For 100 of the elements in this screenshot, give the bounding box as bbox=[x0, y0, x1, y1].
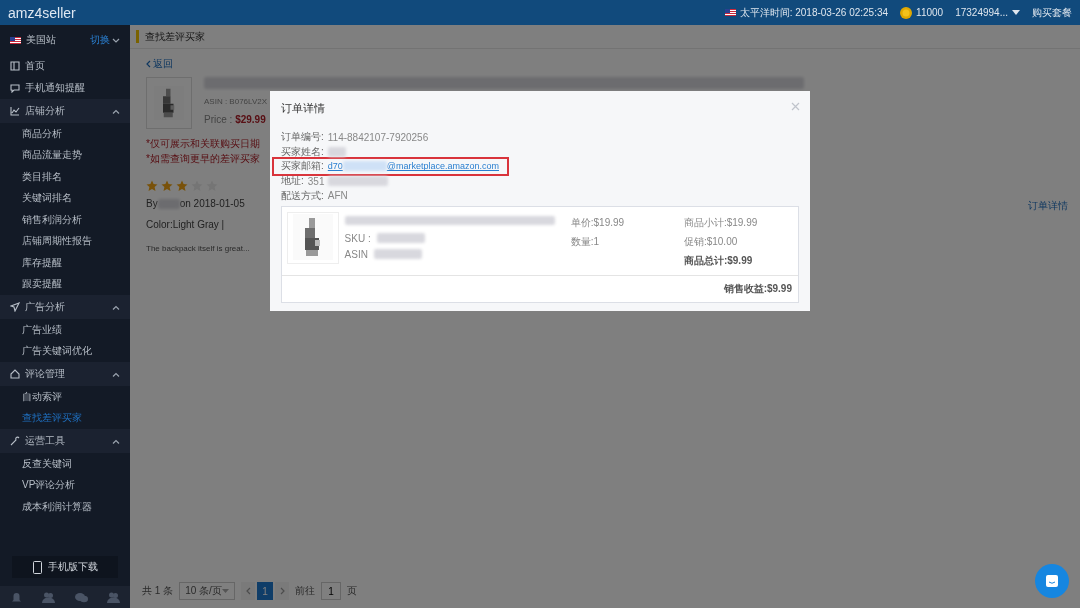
dialog-title: 订单详情 bbox=[281, 101, 325, 116]
sidebar-subitem[interactable]: 库存提醒 bbox=[0, 252, 130, 274]
field-label: 买家姓名: bbox=[281, 144, 324, 159]
redaction-blur bbox=[373, 249, 422, 260]
sidebar-item-label: 手机通知提醒 bbox=[25, 81, 85, 95]
review-text: The backpack itself is great... bbox=[146, 244, 250, 254]
sidebar-subitem[interactable]: 销售利润分析 bbox=[0, 209, 130, 231]
pacific-time: 太平洋时间: 2018-03-26 02:25:34 bbox=[739, 5, 889, 20]
app-logo[interactable]: amz4seller bbox=[8, 4, 76, 21]
star-icon bbox=[176, 180, 188, 192]
review-by: By bbox=[146, 198, 158, 209]
sidebar-group-label: 评论管理 bbox=[25, 367, 65, 381]
prev-page-button[interactable] bbox=[241, 582, 256, 600]
field-value: 351 bbox=[307, 175, 325, 187]
product-price: $29.99 bbox=[235, 114, 266, 125]
item-subtotal: 商品小计:$19.99 bbox=[683, 215, 759, 230]
chat-icon bbox=[1045, 574, 1059, 588]
chevron-left-icon bbox=[245, 586, 251, 595]
house-icon bbox=[10, 369, 20, 379]
total-count: 共 1 条 bbox=[142, 584, 174, 598]
layout-icon bbox=[10, 61, 20, 71]
sidebar-group[interactable]: 运营工具 bbox=[0, 429, 130, 453]
price-label: Price : bbox=[204, 114, 234, 125]
goto-page-field[interactable]: 1 bbox=[321, 582, 342, 600]
redaction-blur bbox=[342, 161, 387, 172]
chevron-up-icon bbox=[112, 108, 120, 114]
chevron-left-icon bbox=[146, 60, 151, 68]
field-label: 地址: bbox=[281, 174, 304, 189]
bell-icon[interactable] bbox=[9, 591, 23, 603]
chat-bubble-icon bbox=[10, 83, 20, 93]
notice-text: *仅可展示和关联购买日期 bbox=[146, 137, 260, 151]
field-value: 114-8842107-7920256 bbox=[327, 131, 429, 143]
sidebar-group-label: 店铺分析 bbox=[25, 104, 65, 118]
sidebar-group[interactable]: 店铺分析 bbox=[0, 99, 130, 123]
sidebar-subitem[interactable]: 关键词排名 bbox=[0, 187, 130, 209]
sidebar-group-label: 运营工具 bbox=[25, 434, 65, 448]
review-date: on 2018-01-05 bbox=[179, 198, 245, 209]
redaction-blur bbox=[327, 146, 346, 157]
users-icon[interactable] bbox=[42, 591, 56, 603]
chevron-down-icon bbox=[112, 37, 120, 43]
sidebar-item[interactable]: 首页 bbox=[0, 55, 130, 77]
coin-balance: 11000 bbox=[916, 7, 944, 18]
sidebar-subitem[interactable]: 商品分析 bbox=[0, 123, 130, 145]
quantity: 数量:1 bbox=[570, 234, 601, 249]
caret-icon bbox=[1012, 10, 1020, 15]
field-label: 订单编号: bbox=[281, 130, 324, 145]
sidebar-subitem[interactable]: 类目排名 bbox=[0, 166, 130, 188]
unit-price: 单价:$19.99 bbox=[570, 215, 626, 230]
us-flag-icon bbox=[10, 36, 21, 44]
field-value: AFN bbox=[327, 190, 348, 202]
sidebar-subitem[interactable]: 成本利润计算器 bbox=[0, 496, 130, 518]
send-icon bbox=[10, 302, 20, 312]
redaction-blur bbox=[328, 176, 389, 187]
line-chart-icon bbox=[10, 106, 20, 116]
sidebar-item-label: 首页 bbox=[25, 59, 45, 73]
notice-text: *如需查询更早的差评买家 bbox=[146, 152, 260, 166]
sidebar-group-label: 广告分析 bbox=[25, 300, 65, 314]
site-name: 美国站 bbox=[26, 33, 56, 47]
sidebar-subitem[interactable]: 广告关键词优化 bbox=[0, 340, 130, 362]
field-label: 买家邮箱: bbox=[281, 159, 324, 174]
sidebar-subitem[interactable]: 自动索评 bbox=[0, 386, 130, 408]
star-icon bbox=[146, 180, 158, 192]
goto-label: 前往 bbox=[295, 584, 316, 598]
coin-icon bbox=[900, 6, 913, 19]
chevron-up-icon bbox=[112, 371, 120, 377]
sales-revenue: 销售收益:$9.99 bbox=[723, 281, 792, 296]
phone-icon bbox=[32, 560, 42, 574]
star-icon bbox=[161, 180, 173, 192]
caret-icon bbox=[222, 589, 230, 593]
account-menu[interactable]: 17324994... bbox=[955, 7, 1020, 18]
sidebar-subitem[interactable]: 反查关键词 bbox=[0, 453, 130, 475]
email-link[interactable]: d70 bbox=[327, 161, 343, 172]
page-unit: 页 bbox=[347, 584, 358, 598]
sidebar-subitem[interactable]: 商品流量走势 bbox=[0, 144, 130, 166]
promotion: 促销:$10.00 bbox=[683, 234, 739, 249]
next-page-button[interactable] bbox=[275, 582, 290, 600]
product-asin: ASIN : B076LV2X bbox=[204, 97, 268, 106]
us-flag-icon bbox=[724, 9, 736, 16]
redaction-blur bbox=[376, 233, 425, 244]
sidebar-group[interactable]: 广告分析 bbox=[0, 295, 130, 319]
sidebar-subitem[interactable]: 跟卖提醒 bbox=[0, 273, 130, 295]
sidebar-subitem[interactable]: 广告业绩 bbox=[0, 319, 130, 341]
sidebar-subitem[interactable]: 查找差评买家 bbox=[0, 407, 130, 429]
sidebar-item[interactable]: 手机通知提醒 bbox=[0, 77, 130, 99]
sidebar-subitem[interactable]: 店铺周期性报告 bbox=[0, 230, 130, 252]
sidebar-group[interactable]: 评论管理 bbox=[0, 362, 130, 386]
switch-site-button[interactable]: 切换 bbox=[90, 33, 120, 47]
sku-label: SKU : bbox=[344, 232, 371, 244]
wrench-icon bbox=[10, 436, 20, 446]
review-variant: Color:Light Gray | bbox=[146, 219, 225, 231]
contacts-icon[interactable] bbox=[107, 591, 121, 603]
email-link[interactable]: @marketplace.amazon.com bbox=[386, 161, 499, 172]
chevron-up-icon bbox=[112, 304, 120, 310]
page-title: 查找差评买家 bbox=[145, 29, 205, 44]
sidebar-subitem[interactable]: VP评论分析 bbox=[0, 474, 130, 496]
buy-plan-link[interactable]: 购买套餐 bbox=[1032, 5, 1072, 20]
mobile-download-button[interactable]: 手机版下载 bbox=[12, 556, 118, 578]
field-label: 配送方式: bbox=[281, 188, 324, 203]
page-size-select[interactable]: 10 条/页 bbox=[179, 582, 236, 600]
chevron-up-icon bbox=[112, 438, 120, 444]
